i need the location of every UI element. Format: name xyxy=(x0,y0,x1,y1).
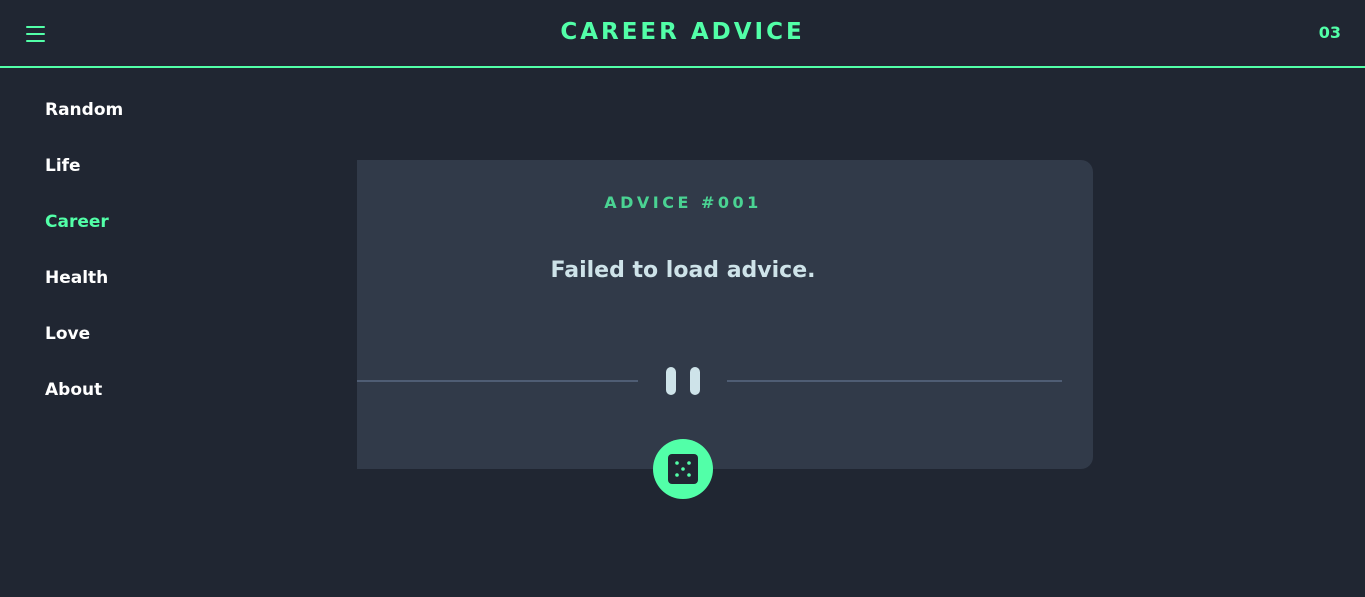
divider-right xyxy=(727,380,1062,382)
sidebar-item-about[interactable]: About xyxy=(45,376,123,432)
divider-left xyxy=(357,380,638,382)
dice-icon xyxy=(668,454,698,484)
pause-icon xyxy=(666,367,702,395)
sidebar-item-random[interactable]: Random xyxy=(45,96,123,152)
sidebar-nav: Random Life Career Health Love About xyxy=(45,96,123,432)
roll-dice-button[interactable] xyxy=(653,439,713,499)
sidebar-item-love[interactable]: Love xyxy=(45,320,123,376)
advice-counter: 03 xyxy=(1318,23,1341,42)
advice-card: ADVICE #001 Failed to load advice. xyxy=(357,160,1093,469)
advice-id-label: ADVICE #001 xyxy=(604,193,762,212)
sidebar-item-life[interactable]: Life xyxy=(45,152,123,208)
sidebar-item-health[interactable]: Health xyxy=(45,264,123,320)
sidebar-item-career[interactable]: Career xyxy=(45,208,123,264)
page-title: CAREER ADVICE xyxy=(560,19,805,45)
advice-text: Failed to load advice. xyxy=(550,258,816,283)
app-header: CAREER ADVICE 03 xyxy=(0,0,1365,68)
